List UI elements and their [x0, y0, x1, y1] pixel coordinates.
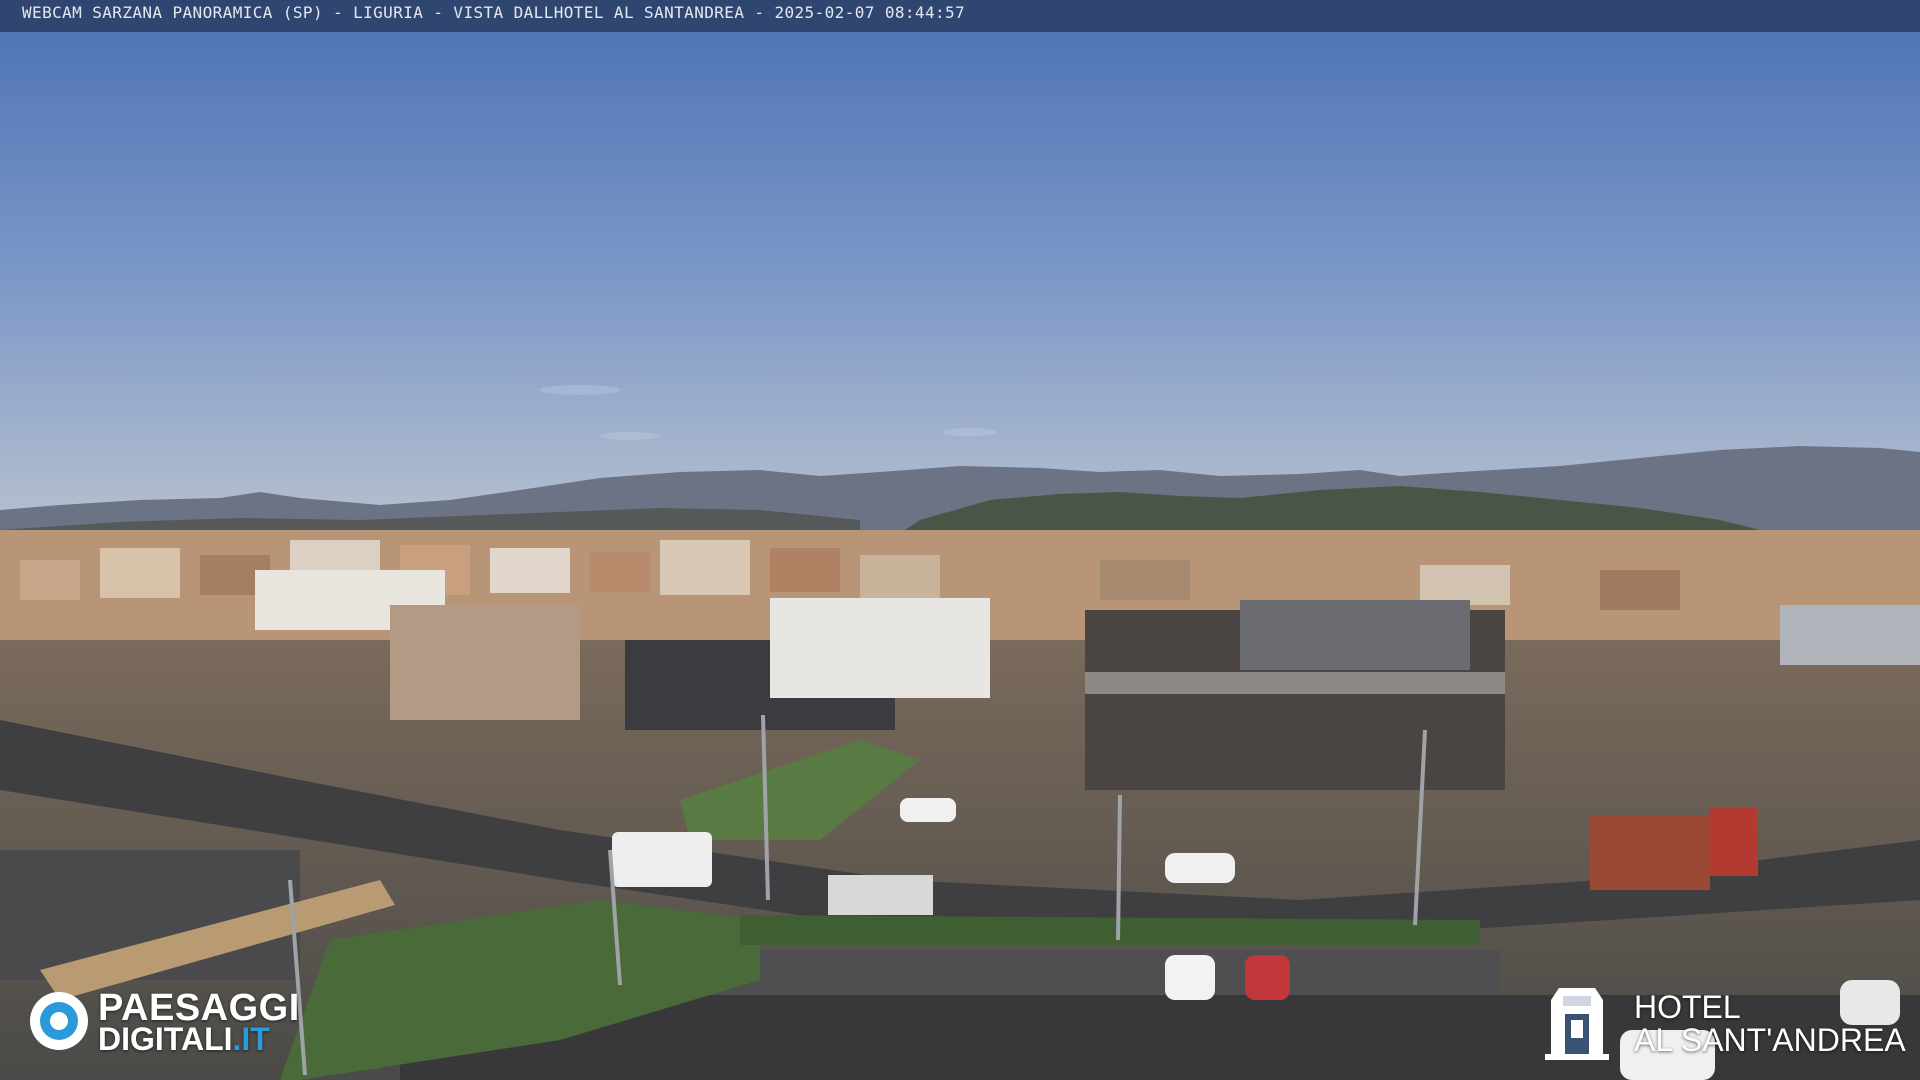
pixelated-building: [390, 605, 580, 720]
white-car: [900, 798, 956, 822]
glass-building: [1240, 600, 1470, 670]
logo-line-2: DIGITALI.IT: [98, 1022, 270, 1056]
webcam-title: WEBCAM SARZANA PANORAMICA (SP) - LIGURIA…: [22, 3, 966, 22]
hotel-building-icon: [1545, 988, 1609, 1060]
cloud: [600, 432, 660, 440]
white-van: [612, 832, 712, 887]
red-container-truck: [1590, 815, 1710, 890]
truck: [828, 875, 933, 915]
white-office: [770, 598, 990, 698]
white-car: [1165, 955, 1215, 1000]
hotel-name-line-1: HOTEL: [1634, 989, 1741, 1025]
cloud: [942, 428, 998, 436]
red-truck-cab: [1710, 808, 1758, 876]
hedge-strip: [740, 915, 1480, 945]
webcam-title-bar: WEBCAM SARZANA PANORAMICA (SP) - LIGURIA…: [0, 0, 1920, 32]
right-warehouse: [1780, 605, 1920, 665]
webcam-scene: [0, 0, 1920, 1080]
eye-logo-icon: [30, 992, 88, 1050]
white-car: [1165, 853, 1235, 883]
logo-line-2-suffix: .IT: [232, 1021, 270, 1057]
hotel-logo: HOTEL AL SANT'ANDREA: [1540, 978, 1910, 1068]
dark-building-roof: [1085, 672, 1505, 694]
cloud: [540, 385, 620, 395]
logo-line-2-main: DIGITALI: [98, 1021, 233, 1057]
sky: [0, 0, 1920, 520]
red-car: [1245, 955, 1290, 1000]
paesaggi-digitali-logo: PAESAGGI DIGITALI.IT: [30, 988, 340, 1060]
hotel-name-line-2: AL SANT'ANDREA: [1634, 1022, 1906, 1058]
